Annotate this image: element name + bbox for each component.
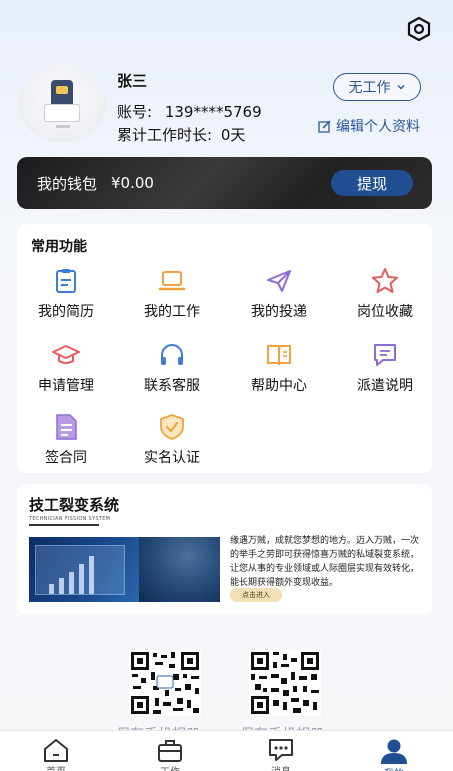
wallet-card[interactable]: 我的钱包 ¥0.00 提现 [17, 157, 432, 209]
wallet-label: 我的钱包 [37, 174, 98, 193]
edit-profile-link[interactable]: 编辑个人资料 [318, 116, 420, 136]
work-time: 累计工作时长: 0天 [117, 124, 245, 145]
qr-code-image [251, 652, 319, 714]
send-icon [267, 270, 291, 292]
fn-customer-service[interactable]: 联系客服 [122, 340, 222, 402]
work-status-value: 无工作 [348, 80, 391, 96]
bottom-tab-bar: 首页 工作 消息 我的 [0, 730, 453, 771]
user-icon [381, 739, 407, 764]
tab-label: 消息 [271, 763, 291, 771]
fn-label: 我的简历 [38, 304, 94, 320]
work-time-value: 0天 [220, 126, 246, 144]
settings-hexagon-icon [407, 16, 431, 42]
fn-label: 联系客服 [144, 378, 200, 394]
work-time-label: 累计工作时长: [117, 126, 213, 144]
shield-check-icon [160, 414, 184, 440]
tab-mine[interactable]: 我的 [364, 731, 424, 771]
message-icon [374, 344, 396, 366]
avatar[interactable] [18, 64, 106, 142]
fn-my-submissions[interactable]: 我的投递 [229, 266, 329, 328]
promo-banner[interactable]: 技工裂变系统 TECHNICIAN FISSION SYSTEM 缘遇万贼，成就… [17, 484, 432, 614]
fn-label: 帮助中心 [251, 378, 307, 394]
tab-messages[interactable]: 消息 [251, 731, 311, 771]
promo-enter-button[interactable]: 点击进入 [230, 588, 282, 602]
edit-profile-label: 编辑个人资料 [336, 119, 420, 135]
graduation-cap-icon [52, 345, 80, 364]
tab-home[interactable]: 首页 [26, 731, 86, 771]
fn-real-name-verification[interactable]: 实名认证 [122, 412, 222, 474]
section-title: 常用功能 [31, 239, 87, 255]
account-number: 账号: 139****5769 [117, 101, 262, 122]
fn-my-work[interactable]: 我的工作 [122, 266, 222, 328]
resume-icon [56, 269, 76, 293]
headphones-icon [161, 344, 183, 365]
common-functions-panel: 常用功能 我的简历 我的工作 我的投递 岗位收藏 申请管理 联系客服 帮助中心 … [17, 224, 432, 473]
book-icon [267, 345, 291, 366]
fn-sign-contract[interactable]: 签合同 [16, 412, 116, 474]
settings-button[interactable] [404, 14, 434, 44]
promo-description: 缘遇万贼，成就您梦想的地方。迈入万贼，一次的举手之劳即可获得惊喜万贼的私域裂变系… [230, 536, 420, 588]
laptop-icon [158, 271, 186, 291]
fn-label: 派遣说明 [357, 378, 413, 394]
promo-divider [29, 524, 99, 526]
fn-label: 签合同 [45, 450, 87, 466]
fn-label: 申请管理 [38, 378, 94, 394]
fn-dispatch-instructions[interactable]: 派遣说明 [335, 340, 435, 402]
promo-image [29, 537, 220, 602]
work-status-select[interactable]: 无工作 [333, 73, 421, 101]
account-value: 139****5769 [164, 103, 262, 121]
qr-code-1[interactable] [129, 650, 201, 716]
star-icon [372, 268, 398, 293]
fn-job-favorites[interactable]: 岗位收藏 [335, 266, 435, 328]
home-icon [44, 739, 68, 762]
tab-label: 工作 [160, 763, 180, 771]
fn-label: 岗位收藏 [357, 304, 413, 320]
qr-code-image [131, 652, 199, 714]
tab-work[interactable]: 工作 [140, 731, 200, 771]
qr-code-2[interactable] [249, 650, 321, 716]
fn-label: 我的工作 [144, 304, 200, 320]
chevron-down-icon [397, 85, 404, 90]
contract-icon [56, 414, 77, 440]
promo-title: 技工裂变系统 [29, 496, 120, 514]
wallet-amount: ¥0.00 [111, 174, 154, 192]
fn-application-management[interactable]: 申请管理 [16, 340, 116, 402]
fn-my-resume[interactable]: 我的简历 [16, 266, 116, 328]
fn-label: 我的投递 [251, 304, 307, 320]
account-label: 账号: [117, 103, 153, 121]
edit-icon [318, 119, 331, 133]
tab-label: 我的 [384, 765, 404, 771]
briefcase-icon [158, 740, 182, 762]
chat-icon [269, 739, 293, 761]
fn-help-center[interactable]: 帮助中心 [229, 340, 329, 402]
withdraw-button[interactable]: 提现 [331, 170, 413, 196]
tab-label: 首页 [46, 763, 66, 771]
promo-subtitle: TECHNICIAN FISSION SYSTEM [29, 516, 111, 522]
fn-label: 实名认证 [144, 450, 200, 466]
user-name: 张三 [117, 72, 148, 90]
